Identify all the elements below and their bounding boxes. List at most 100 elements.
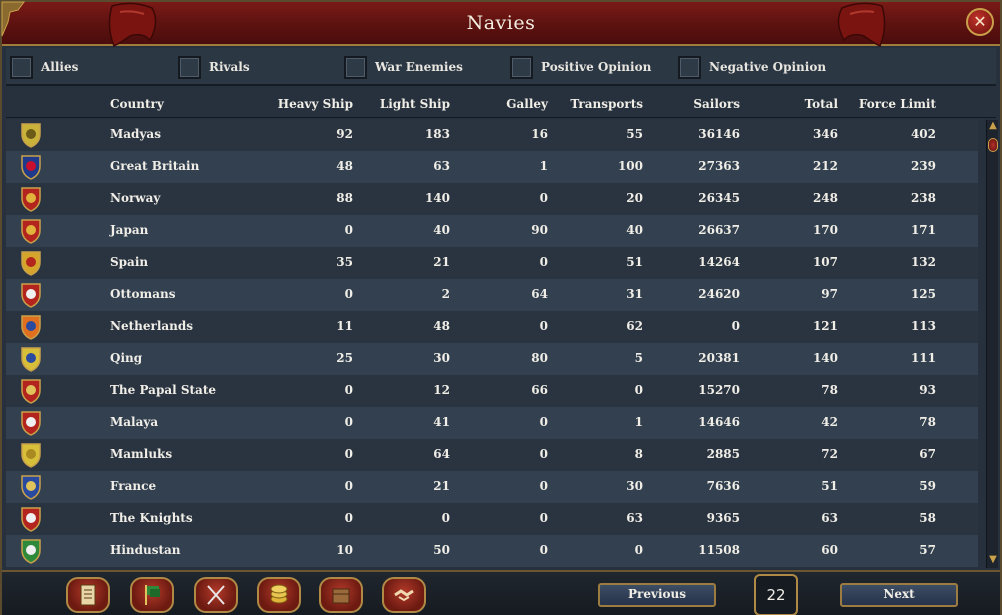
force-limit-cell: 93 bbox=[919, 383, 936, 397]
war-enemies-checkbox[interactable] bbox=[344, 55, 367, 79]
transports-cell: 100 bbox=[617, 159, 643, 173]
country-cell[interactable]: Ottomans bbox=[110, 287, 176, 301]
filter-war-enemies[interactable]: War Enemies bbox=[344, 54, 463, 80]
table-row[interactable]: Hindustan 10 50 0 0 11508 60 57 bbox=[6, 535, 978, 567]
country-cell[interactable]: France bbox=[110, 479, 156, 493]
scroll-down-icon[interactable]: ▼ bbox=[987, 554, 999, 568]
table-row[interactable]: Japan 0 40 90 40 26637 170 171 bbox=[6, 215, 978, 247]
flags-button[interactable] bbox=[130, 577, 174, 613]
table-row[interactable]: Madyas 92 183 16 55 36146 346 402 bbox=[6, 119, 978, 151]
galley-cell: 0 bbox=[539, 255, 548, 269]
country-cell[interactable]: Hindustan bbox=[110, 543, 181, 557]
light-ship-cell: 0 bbox=[441, 511, 450, 525]
galley-cell: 66 bbox=[531, 383, 548, 397]
military-button[interactable] bbox=[194, 577, 238, 613]
header-light-ship[interactable]: Light Ship bbox=[350, 97, 450, 111]
flag-icon[interactable] bbox=[20, 410, 42, 436]
country-cell[interactable]: Great Britain bbox=[110, 159, 199, 173]
positive-opinion-checkbox[interactable] bbox=[510, 55, 533, 79]
header-sailors[interactable]: Sailors bbox=[640, 97, 740, 111]
transports-cell: 30 bbox=[626, 479, 643, 493]
filter-negative-opinion[interactable]: Negative Opinion bbox=[678, 54, 826, 80]
flag-icon[interactable] bbox=[20, 282, 42, 308]
galley-cell: 0 bbox=[539, 319, 548, 333]
country-cell[interactable]: Madyas bbox=[110, 127, 161, 141]
close-button[interactable]: ✕ bbox=[966, 8, 994, 36]
flag-icon[interactable] bbox=[20, 250, 42, 276]
flag-icon[interactable] bbox=[20, 506, 42, 532]
table-row[interactable]: Qing 25 30 80 5 20381 140 111 bbox=[6, 343, 978, 375]
total-cell: 248 bbox=[812, 191, 838, 205]
country-cell[interactable]: Mamluks bbox=[110, 447, 172, 461]
country-cell[interactable]: Qing bbox=[110, 351, 142, 365]
transports-cell: 0 bbox=[634, 543, 643, 557]
heavy-ship-cell: 48 bbox=[336, 159, 353, 173]
header-force-limit[interactable]: Force Limit bbox=[826, 97, 936, 111]
header-transports[interactable]: Transports bbox=[543, 97, 643, 111]
country-cell[interactable]: Netherlands bbox=[110, 319, 193, 333]
table-row[interactable]: Mamluks 0 64 0 8 2885 72 67 bbox=[6, 439, 978, 471]
flag-icon[interactable] bbox=[20, 346, 42, 372]
scrollbar[interactable]: ▲ ▼ bbox=[986, 120, 998, 568]
galley-cell: 64 bbox=[531, 287, 548, 301]
galley-cell: 0 bbox=[539, 479, 548, 493]
total-cell: 140 bbox=[812, 351, 838, 365]
filter-allies[interactable]: Allies bbox=[10, 54, 78, 80]
country-cell[interactable]: Malaya bbox=[110, 415, 158, 429]
light-ship-cell: 63 bbox=[433, 159, 450, 173]
country-cell[interactable]: The Knights bbox=[110, 511, 193, 525]
next-button[interactable]: Next bbox=[840, 583, 958, 607]
economy-button[interactable] bbox=[257, 577, 301, 613]
country-cell[interactable]: Japan bbox=[110, 223, 148, 237]
scroll-thumb[interactable] bbox=[988, 138, 998, 152]
light-ship-cell: 64 bbox=[433, 447, 450, 461]
country-cell[interactable]: Norway bbox=[110, 191, 160, 205]
total-cell: 60 bbox=[821, 543, 838, 557]
table-row[interactable]: Norway 88 140 0 20 26345 248 238 bbox=[6, 183, 978, 215]
table-row[interactable]: Malaya 0 41 0 1 14646 42 78 bbox=[6, 407, 978, 439]
scroll-up-icon[interactable]: ▲ bbox=[987, 120, 999, 134]
country-cell[interactable]: Spain bbox=[110, 255, 148, 269]
table-row[interactable]: The Knights 0 0 0 63 9365 63 58 bbox=[6, 503, 978, 535]
flag-icon[interactable] bbox=[20, 154, 42, 180]
table-row[interactable]: Netherlands 11 48 0 62 0 121 113 bbox=[6, 311, 978, 343]
title-bar[interactable]: Navies ✕ bbox=[1, 1, 1000, 48]
table-row[interactable]: Great Britain 48 63 1 100 27363 212 239 bbox=[6, 151, 978, 183]
sailors-cell: 24620 bbox=[698, 287, 740, 301]
filter-label: Rivals bbox=[209, 60, 250, 74]
flag-icon[interactable] bbox=[20, 538, 42, 564]
header-galley[interactable]: Galley bbox=[458, 97, 548, 111]
country-cell[interactable]: The Papal State bbox=[110, 383, 216, 397]
negative-opinion-checkbox[interactable] bbox=[678, 55, 701, 79]
flag-icon[interactable] bbox=[20, 122, 42, 148]
force-limit-cell: 111 bbox=[910, 351, 936, 365]
header-country[interactable]: Country bbox=[110, 97, 164, 111]
transports-cell: 63 bbox=[626, 511, 643, 525]
header-total[interactable]: Total bbox=[738, 97, 838, 111]
rivals-checkbox[interactable] bbox=[178, 55, 201, 79]
flag-icon[interactable] bbox=[20, 218, 42, 244]
table-row[interactable]: The Papal State 0 12 66 0 15270 78 93 bbox=[6, 375, 978, 407]
light-ship-cell: 140 bbox=[424, 191, 450, 205]
filter-positive-opinion[interactable]: Positive Opinion bbox=[510, 54, 651, 80]
light-ship-cell: 21 bbox=[433, 479, 450, 493]
flag-icon[interactable] bbox=[20, 474, 42, 500]
filter-rivals[interactable]: Rivals bbox=[178, 54, 250, 80]
transports-cell: 40 bbox=[626, 223, 643, 237]
table-row[interactable]: France 0 21 0 30 7636 51 59 bbox=[6, 471, 978, 503]
flag-icon[interactable] bbox=[20, 442, 42, 468]
light-ship-cell: 2 bbox=[441, 287, 450, 301]
allies-checkbox[interactable] bbox=[10, 55, 33, 79]
flag-icon[interactable] bbox=[20, 378, 42, 404]
flag-icon[interactable] bbox=[20, 186, 42, 212]
heavy-ship-cell: 0 bbox=[344, 479, 353, 493]
table-row[interactable]: Ottomans 0 2 64 31 24620 97 125 bbox=[6, 279, 978, 311]
ledger-button[interactable] bbox=[66, 577, 110, 613]
sailors-cell: 14264 bbox=[698, 255, 740, 269]
previous-button[interactable]: Previous bbox=[598, 583, 716, 607]
diplomacy-button[interactable] bbox=[382, 577, 426, 613]
table-row[interactable]: Spain 35 21 0 51 14264 107 132 bbox=[6, 247, 978, 279]
flag-icon[interactable] bbox=[20, 314, 42, 340]
header-heavy-ship[interactable]: Heavy Ship bbox=[253, 97, 353, 111]
trade-button[interactable] bbox=[319, 577, 363, 613]
